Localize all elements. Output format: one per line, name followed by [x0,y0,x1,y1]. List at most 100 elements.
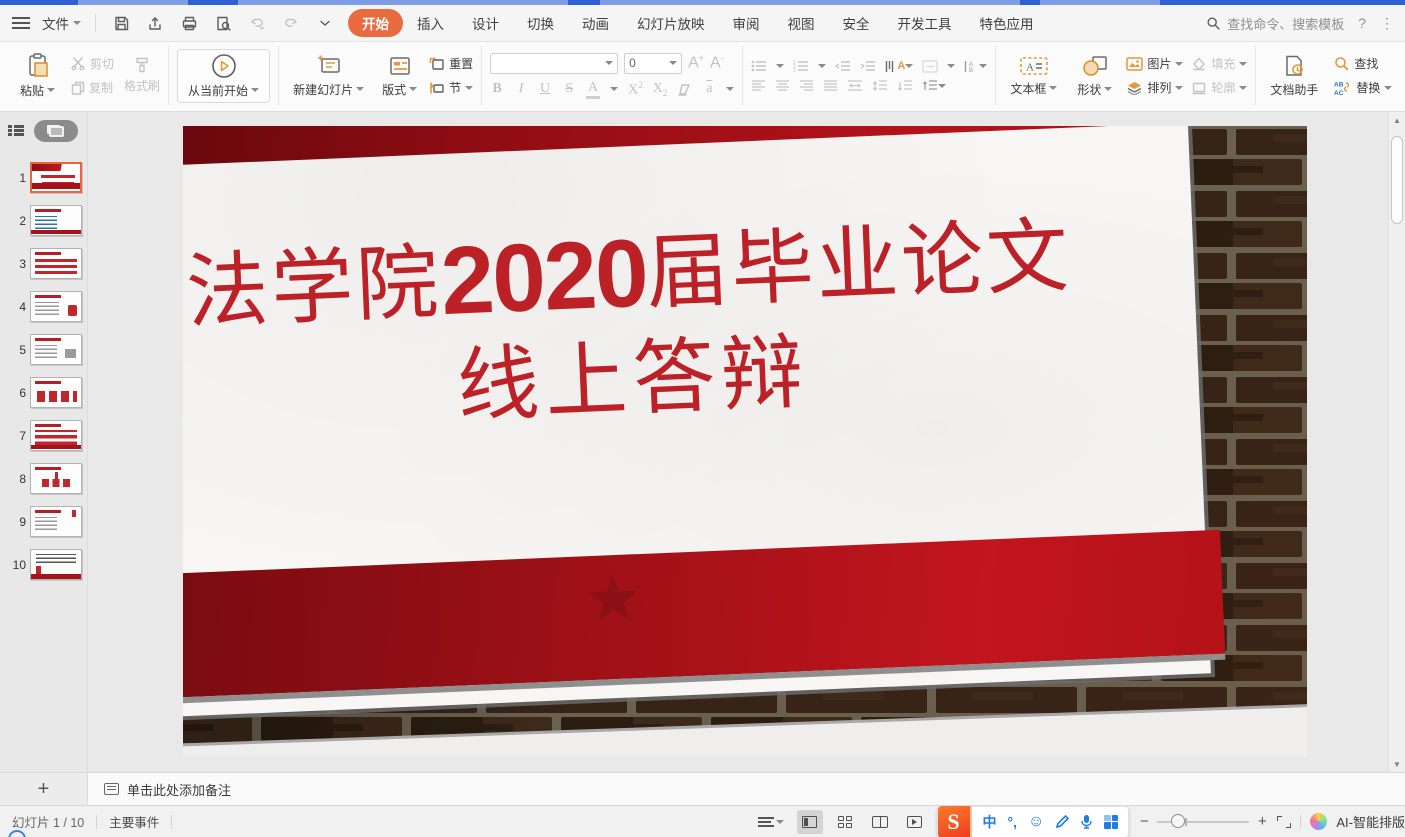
slide-thumbnail-preview[interactable] [30,248,82,279]
redo-button[interactable] [278,11,304,35]
slide-thumbnail-preview[interactable] [30,377,82,408]
text-direction-button[interactable]: A [885,60,913,73]
menu-tab-3[interactable]: 设计 [458,9,513,37]
slide-thumbnail-preview[interactable] [30,162,82,193]
slide-thumbnail-8[interactable]: 8 [0,457,87,500]
ime-handwriting-button[interactable] [1055,815,1069,829]
ime-language-toggle[interactable]: 中 [983,812,997,832]
slide-thumbnail-preview[interactable] [30,205,82,236]
new-slide-button[interactable]: 新建幻灯片 [287,52,370,100]
doc-assistant-button[interactable]: 文档助手 [1264,52,1324,100]
menu-tab-9[interactable]: 安全 [829,9,884,37]
decrease-indent-icon[interactable] [835,60,851,72]
slide-thumbnail-preview[interactable] [30,549,82,580]
line-spacing-up-icon[interactable] [872,80,888,92]
sogou-logo-icon[interactable]: S [938,806,972,837]
slide-thumbnail-5[interactable]: 5 [0,328,87,371]
font-size-combo[interactable]: 0 [624,53,682,74]
zoom-slider[interactable] [1157,821,1249,823]
replace-button[interactable]: ABAC 替换 [1334,79,1392,96]
numbering-icon[interactable]: 123 [793,60,809,72]
paste-button[interactable]: 粘贴 [14,51,61,101]
ime-punctuation-toggle[interactable]: °, [1008,814,1018,830]
fit-slide-button[interactable] [1277,816,1291,828]
slide-thumbnail-preview[interactable] [30,420,82,451]
slide-editing-area[interactable]: 法学院2020届毕业论文 线上答辩 [183,126,1307,757]
undo-button[interactable] [244,11,270,35]
export-button[interactable] [142,11,168,35]
scroll-down-arrow[interactable]: ▼ [1389,756,1405,772]
slide-thumbnail-10[interactable]: 10 [0,543,87,586]
clear-format-icon[interactable] [677,83,692,96]
menu-tab-11[interactable]: 特色应用 [966,9,1048,37]
slide-thumbnail-3[interactable]: 3 [0,242,87,285]
slide-title[interactable]: 法学院2020届毕业论文 线上答辩 [183,196,1145,451]
add-slide-button[interactable]: + [0,773,88,805]
menu-tab-2[interactable]: 插入 [403,9,458,37]
picture-button[interactable]: 图片 [1126,55,1183,72]
slide-thumbnail-6[interactable]: 6 [0,371,87,414]
section-name[interactable]: 主要事件 [109,812,159,831]
slide-thumbnail-2[interactable]: 2 [0,199,87,242]
zoom-slider-knob[interactable] [1171,814,1185,828]
menu-tab-10[interactable]: 开发工具 [884,9,966,37]
scrollbar-thumb[interactable] [1391,136,1403,224]
font-name-combo[interactable] [490,53,618,74]
status-menu-button[interactable] [758,817,784,827]
ai-layout-icon[interactable] [1310,813,1327,830]
align-left-icon[interactable] [751,80,766,91]
print-button[interactable] [176,11,202,35]
slide-thumbnail-1[interactable]: 1 [0,156,87,199]
superscript-button[interactable]: X2 [628,80,643,99]
ime-toolbox-button[interactable] [1104,815,1118,829]
align-textbox-icon[interactable] [922,60,938,73]
notes-input[interactable]: 单击此处添加备注 [88,773,1405,805]
help-button[interactable]: ? [1358,15,1366,31]
columns-button[interactable]: AB [964,60,987,73]
slide-thumbnail-4[interactable]: 4 [0,285,87,328]
fill-button[interactable]: 填充 [1191,55,1247,72]
ime-emoji-button[interactable]: ☺ [1028,813,1044,831]
file-menu[interactable]: 文件 [40,9,83,37]
slide-thumbnail-preview[interactable] [30,506,82,537]
line-spacing-down-icon[interactable] [897,80,913,92]
char-border-chevron[interactable] [726,87,734,91]
strikethrough-button[interactable]: S [562,81,576,97]
bullets-icon[interactable] [751,60,767,72]
slide-thumbnail-preview[interactable] [30,291,82,322]
distribute-icon[interactable] [847,80,863,91]
bold-button[interactable]: B [490,81,504,97]
menu-tab-6[interactable]: 幻灯片放映 [623,9,719,37]
scroll-up-arrow[interactable]: ▲ [1389,112,1405,128]
command-search[interactable]: 查找命令、搜索模板 [1206,14,1344,33]
reading-view-button[interactable] [867,810,893,834]
cut-button[interactable]: 剪切 [71,55,114,72]
format-painter-button[interactable]: 格式刷 [124,57,160,94]
increase-indent-icon[interactable] [860,60,876,72]
play-from-current-button[interactable]: 从当前开始 [177,49,270,103]
italic-button[interactable]: I [514,81,528,97]
slide-thumbnail-9[interactable]: 9 [0,500,87,543]
zoom-in-button[interactable]: + [1256,813,1268,830]
font-color-button[interactable]: A [586,80,600,99]
print-preview-button[interactable] [210,11,236,35]
section-button[interactable]: 节 [429,79,473,96]
ime-toolbar[interactable]: S 中 °, ☺ [937,806,1130,837]
save-button[interactable] [108,11,134,35]
toolbar-options-chevron[interactable] [312,11,338,35]
justify-icon[interactable] [823,80,838,91]
zoom-out-button[interactable]: − [1138,813,1150,830]
copy-button[interactable]: 复制 [71,79,114,96]
hamburger-menu-icon[interactable] [12,17,30,29]
normal-view-button[interactable] [797,810,823,834]
slide-thumbnail-preview[interactable] [30,334,82,365]
slide-thumbnail-preview[interactable] [30,463,82,494]
menu-tab-4[interactable]: 切换 [513,9,568,37]
menu-tab-5[interactable]: 动画 [568,9,623,37]
paragraph-spacing-button[interactable] [922,80,946,92]
thumbnail-view-toggle[interactable] [34,120,78,142]
underline-button[interactable]: U [538,81,552,97]
menu-tab-1[interactable]: 开始 [348,9,403,37]
decrease-font-button[interactable]: A- [710,53,724,72]
subscript-button[interactable]: X2 [653,81,668,98]
